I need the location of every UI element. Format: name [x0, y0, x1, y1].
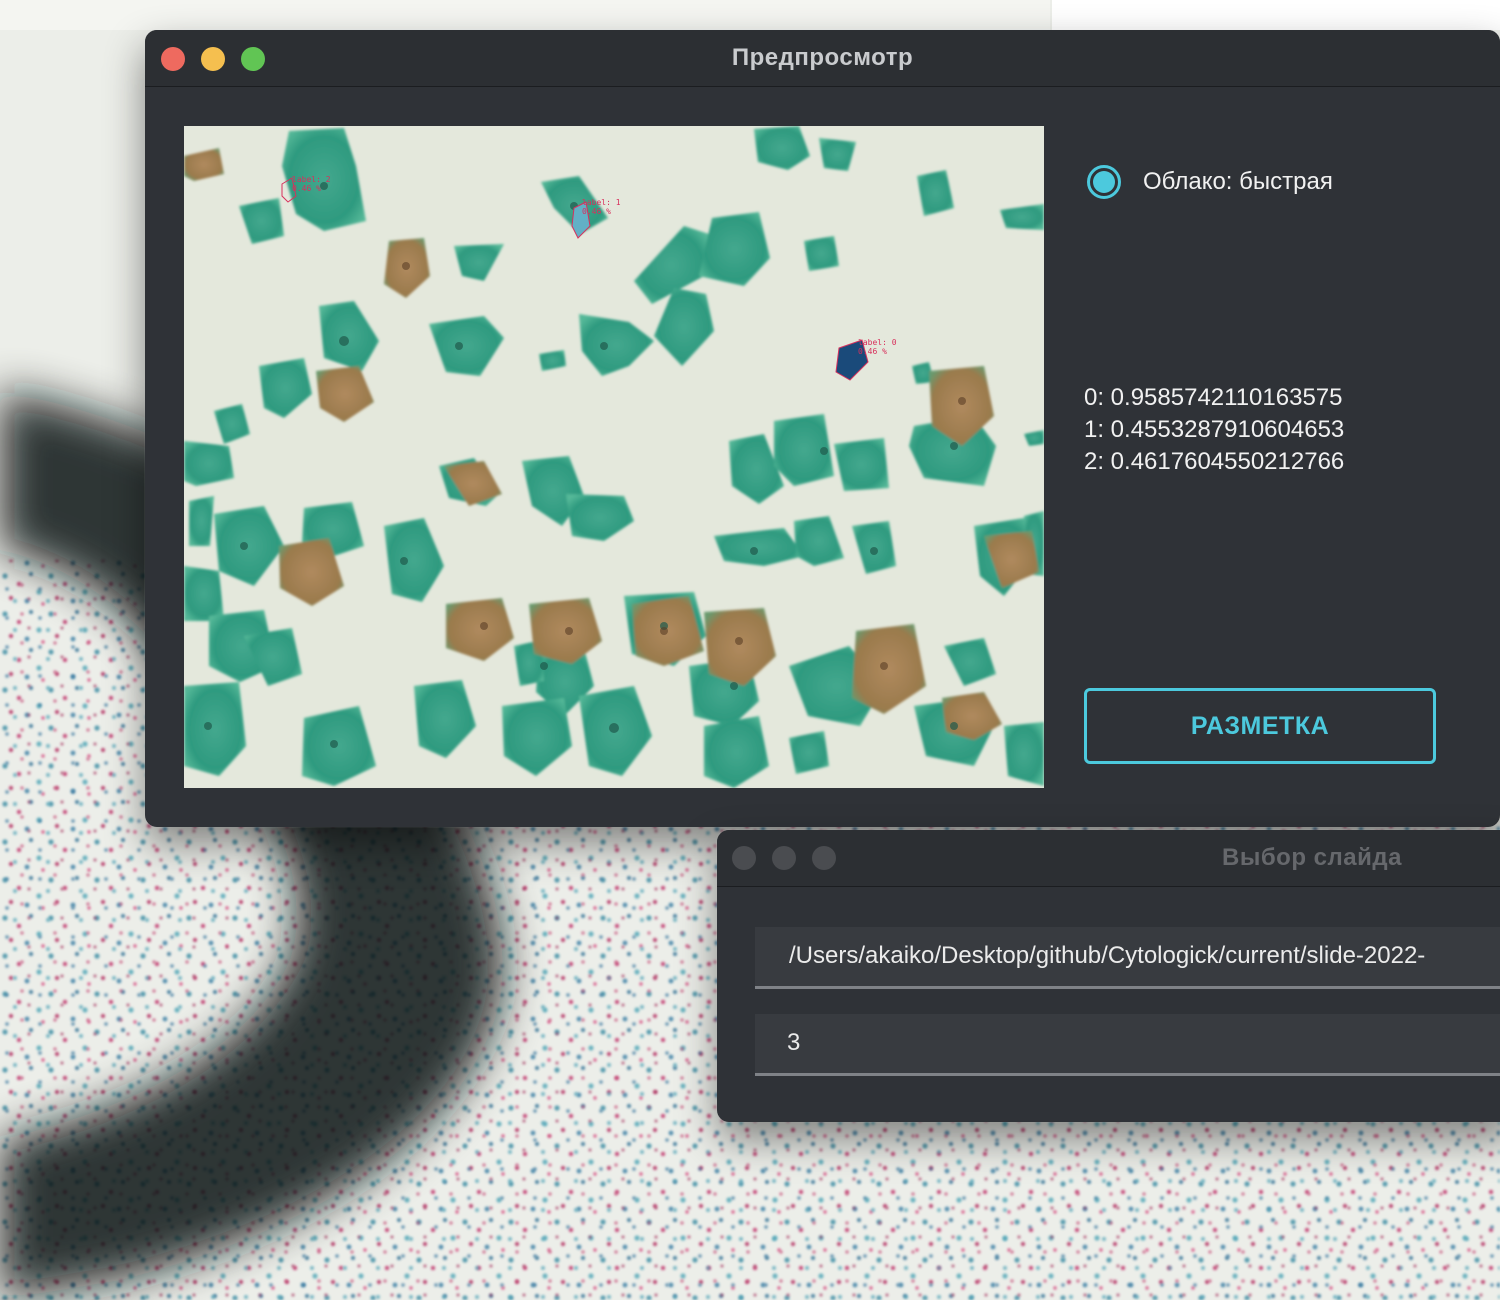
detection-label: label: 1 — [582, 198, 621, 207]
radio-selected-indicator — [1093, 171, 1115, 193]
detection-label: label: 2 — [292, 175, 331, 184]
preview-window: Предпросмотр label: 2 0.46 % label: 1 0.… — [145, 30, 1500, 827]
score-line: 1: 0.4553287910604653 — [1084, 416, 1345, 443]
score-line: 0: 0.9585742110163575 — [1084, 384, 1343, 411]
class-scores: 0: 0.9585742110163575 1: 0.4553287910604… — [1084, 382, 1344, 478]
window-title: Предпросмотр — [731, 44, 914, 71]
preview-titlebar[interactable]: Предпросмотр — [145, 30, 1500, 87]
detection-confidence: 0.46 % — [582, 207, 611, 216]
window-title: Выбор слайда — [1222, 844, 1402, 871]
radio-label: Облако: быстрая — [1143, 168, 1333, 195]
cloud-fast-radio[interactable]: Облако: быстрая — [1087, 162, 1333, 202]
radio-button[interactable] — [1087, 165, 1121, 199]
slide-path-input[interactable]: /Users/akaiko/Desktop/github/Cytologick/… — [755, 927, 1500, 989]
microscopy-preview-image: label: 2 0.46 % label: 1 0.46 % label: 0… — [184, 126, 1044, 788]
detection-confidence: 0.46 % — [858, 347, 887, 356]
score-line: 2: 0.4617604550212766 — [1084, 448, 1345, 475]
slide-number-input[interactable]: 3 — [755, 1014, 1500, 1076]
detection-label: label: 0 — [858, 338, 897, 347]
slide-titlebar[interactable]: Выбор слайда — [717, 830, 1500, 887]
detection-confidence: 0.46 % — [292, 184, 321, 193]
markup-button[interactable]: РАЗМЕТКА — [1084, 688, 1436, 764]
slide-selection-window: Выбор слайда /Users/akaiko/Desktop/githu… — [717, 830, 1500, 1122]
